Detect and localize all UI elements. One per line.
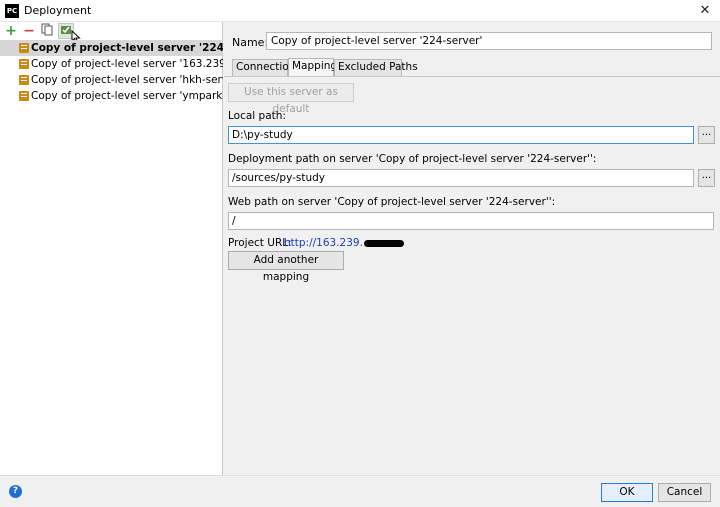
sftp-server-icon	[19, 91, 29, 101]
tab-connection[interactable]: Connection	[232, 59, 295, 76]
use-as-default-button-disabled[interactable]: Use this server as default	[228, 83, 354, 115]
project-url-label: Project URL:	[228, 237, 292, 249]
web-path-label: Web path on server 'Copy of project-leve…	[228, 196, 556, 208]
server-list: Copy of project-level server '224-server…	[0, 40, 223, 104]
copy-server-button[interactable]	[39, 23, 55, 39]
server-item-label: Copy of project-level server '163.239.	[31, 58, 223, 70]
server-item-label: Copy of project-level server 'hkh-server…	[31, 74, 223, 86]
deployment-path-label: Deployment path on server 'Copy of proje…	[228, 153, 597, 165]
add-another-mapping-button[interactable]: Add another mapping	[228, 251, 344, 283]
window-title-bar: PC Deployment ✕	[0, 0, 720, 22]
dialog-button-bar: ? OK Cancel	[0, 475, 720, 507]
server-item-hkh-server[interactable]: Copy of project-level server 'hkh-server…	[0, 72, 223, 88]
tab-mappings[interactable]: Mappings	[288, 58, 343, 76]
plus-icon: +	[5, 23, 17, 39]
server-item-163-239[interactable]: Copy of project-level server '163.239.	[0, 56, 223, 72]
server-name-input[interactable]: Copy of project-level server '224-server…	[266, 32, 712, 50]
close-window-button[interactable]: ✕	[690, 0, 720, 22]
server-item-224-server[interactable]: Copy of project-level server '224-server…	[0, 40, 223, 56]
web-path-input[interactable]: /	[228, 212, 714, 230]
minus-icon: −	[23, 23, 35, 39]
ok-button[interactable]: OK	[601, 483, 653, 502]
copy-icon	[41, 23, 53, 36]
sftp-server-icon	[19, 59, 29, 69]
browse-local-path-button[interactable]: ...	[698, 126, 715, 144]
server-config-pane: Name: Copy of project-level server '224-…	[224, 22, 720, 475]
server-list-pane: + − Copy of project-level server '224-se…	[0, 22, 223, 475]
sftp-server-icon	[19, 75, 29, 85]
server-item-ympark-server[interactable]: Copy of project-level server 'ympark-ser…	[0, 88, 223, 104]
mappings-panel: Use this server as default Local path: D…	[224, 76, 720, 475]
server-item-label: Copy of project-level server 'ympark-ser…	[31, 90, 223, 102]
deployment-path-input[interactable]: /sources/py-study	[228, 169, 694, 187]
pycharm-app-icon: PC	[5, 4, 19, 18]
window-title: Deployment	[24, 4, 92, 17]
server-item-label: Copy of project-level server '224-server…	[31, 42, 223, 54]
project-url-link[interactable]: http://163.239.	[284, 237, 404, 249]
local-path-label: Local path:	[228, 110, 286, 122]
project-url-text: http://163.239.	[284, 237, 363, 249]
redaction-mark	[363, 239, 404, 247]
help-icon[interactable]: ?	[9, 485, 22, 498]
remove-server-button[interactable]: −	[21, 23, 37, 39]
local-path-input[interactable]: D:\py-study	[228, 126, 694, 144]
add-server-button[interactable]: +	[3, 23, 19, 39]
browse-deployment-path-button[interactable]: ...	[698, 169, 715, 187]
name-label: Name:	[232, 36, 269, 49]
sftp-server-icon	[19, 43, 29, 53]
cancel-button[interactable]: Cancel	[658, 483, 711, 502]
server-toolbar: + −	[0, 22, 223, 44]
tab-excluded-paths[interactable]: Excluded Paths	[334, 59, 418, 76]
